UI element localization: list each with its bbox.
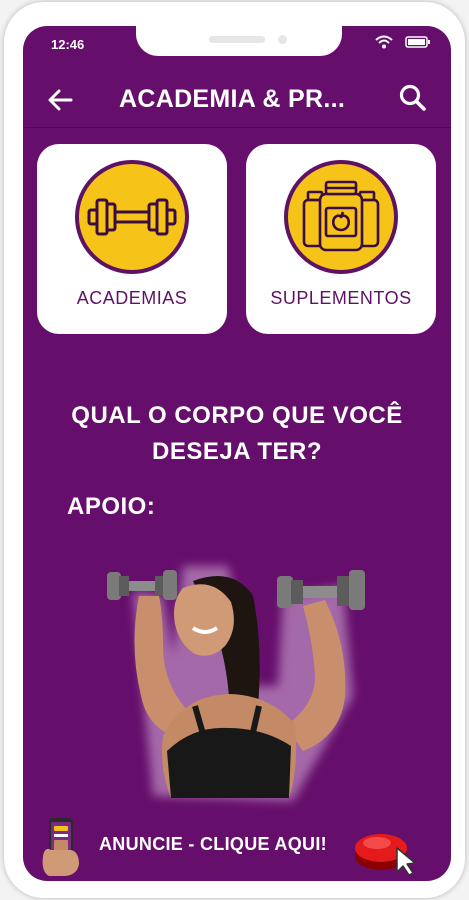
wifi-icon: [375, 35, 393, 54]
dumbbell-icon: [75, 160, 189, 274]
supplement-jars-icon: [284, 160, 398, 274]
sponsor-heading: APOIO:: [67, 493, 156, 520]
battery-icon: [405, 35, 431, 54]
ad-banner[interactable]: ANUNCIE - CLIQUE AQUI!: [23, 806, 451, 881]
sponsor-photo[interactable]: [63, 536, 393, 811]
search-button[interactable]: [397, 82, 429, 114]
speaker-grille: [209, 36, 265, 43]
headline-line-1: QUAL O CORPO QUE VOCÊ: [71, 402, 403, 429]
front-camera: [278, 35, 287, 44]
search-icon: [399, 84, 426, 111]
ad-banner-text[interactable]: ANUNCIE - CLIQUE AQUI!: [99, 834, 327, 855]
headline-question: QUAL O CORPO QUE VOCÊ DESEJA TER?: [43, 398, 431, 470]
red-button-with-cursor-icon[interactable]: [353, 818, 419, 876]
phone-frame: 12:46 ACADEMIA & PR... ACADEMIAS SUPLEME…: [4, 2, 465, 898]
status-icons: [375, 35, 431, 54]
arrow-left-icon: [48, 89, 73, 111]
category-label-suplementos: SUPLEMENTOS: [270, 288, 412, 308]
app-screen: 12:46 ACADEMIA & PR... ACADEMIAS SUPLEME…: [23, 26, 451, 881]
page-title: ACADEMIA & PR...: [119, 85, 346, 113]
back-button[interactable]: [45, 84, 77, 116]
category-card-academias[interactable]: ACADEMIAS: [37, 144, 227, 334]
headline-line-2: DESEJA TER?: [152, 438, 322, 465]
category-card-suplementos[interactable]: SUPLEMENTOS: [246, 144, 436, 334]
category-label-academias: ACADEMIAS: [76, 288, 188, 308]
status-time: 12:46: [51, 37, 85, 52]
app-bar: ACADEMIA & PR...: [23, 72, 451, 128]
phone-notch: [136, 26, 342, 56]
phone-in-hand-icon: [41, 816, 83, 878]
